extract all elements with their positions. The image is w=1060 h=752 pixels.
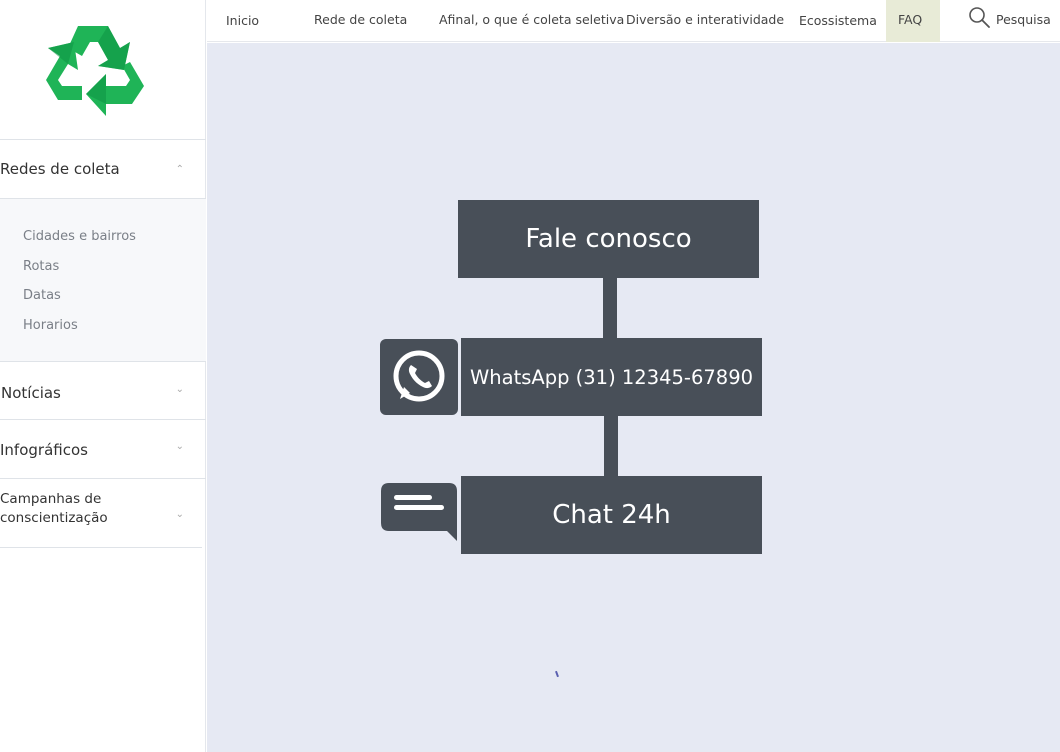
sidebar-section-campanhas[interactable]: Campanhas de conscientização ⌄ [0,489,206,529]
sidebar-section-label: Notícias [1,384,61,402]
whatsapp-icon[interactable] [380,339,458,415]
sidebar: Redes de coleta ⌃ Cidades e bairros Rota… [0,0,206,752]
divider [0,419,206,420]
nav-item-inicio[interactable]: Inicio [226,1,259,43]
recycle-logo-icon[interactable] [38,12,152,122]
chat-button[interactable]: Chat 24h [461,476,762,554]
submenu-item-rotas[interactable]: Rotas [23,259,59,274]
whatsapp-button[interactable]: WhatsApp (31) 12345-67890 [461,338,762,416]
divider [0,478,206,479]
sidebar-section-label: Infográficos [0,441,88,459]
nav-item-ecossistema[interactable]: Ecossistema [799,1,877,43]
chevron-down-icon: ⌄ [175,384,184,395]
sidebar-section-label: Redes de coleta [0,160,120,178]
sidebar-section-infograficos[interactable]: Infográficos ⌄ [0,439,206,461]
sidebar-section-label-line2: conscientização [0,510,108,526]
stray-mark [555,670,559,678]
submenu-redes-de-coleta: Cidades e bairros Rotas Datas Horarios [0,199,206,361]
whatsapp-label: WhatsApp (31) 12345-67890 [469,365,754,389]
submenu-item-cidades-e-bairros[interactable]: Cidades e bairros [23,229,136,244]
main-content: Fale conosco WhatsApp (31) 12345-67890 C… [207,43,1060,752]
chevron-up-icon: ⌃ [175,164,184,175]
nav-item-faq[interactable]: FAQ [886,0,940,42]
submenu-item-horarios[interactable]: Horarios [23,318,78,333]
divider [0,361,206,362]
contact-title-box: Fale conosco [458,200,759,278]
nav-item-rede-de-coleta[interactable]: Rede de coleta [314,0,407,42]
search-label: Pesquisa [996,12,1051,27]
chevron-down-icon: ⌄ [175,509,184,520]
chat-label: Chat 24h [552,500,671,530]
contact-title: Fale conosco [525,224,692,254]
connector-line [603,278,617,338]
search-icon [969,7,990,28]
sidebar-section-noticias[interactable]: Notícias ⌄ [0,382,206,404]
sidebar-section-label-line1: Campanhas de [0,491,102,507]
chat-bubble-icon[interactable] [381,483,457,545]
divider [0,547,202,548]
submenu-item-datas[interactable]: Datas [23,288,61,303]
sidebar-section-redes-de-coleta[interactable]: Redes de coleta ⌃ [0,158,206,180]
chevron-down-icon: ⌄ [175,441,184,452]
nav-item-coleta-seletiva[interactable]: Afinal, o que é coleta seletiva [439,0,624,42]
top-navigation: Inicio Rede de coleta Afinal, o que é co… [207,0,1060,42]
connector-line [604,416,618,476]
nav-item-diversao[interactable]: Diversão e interatividade [626,0,784,42]
divider [0,139,206,140]
